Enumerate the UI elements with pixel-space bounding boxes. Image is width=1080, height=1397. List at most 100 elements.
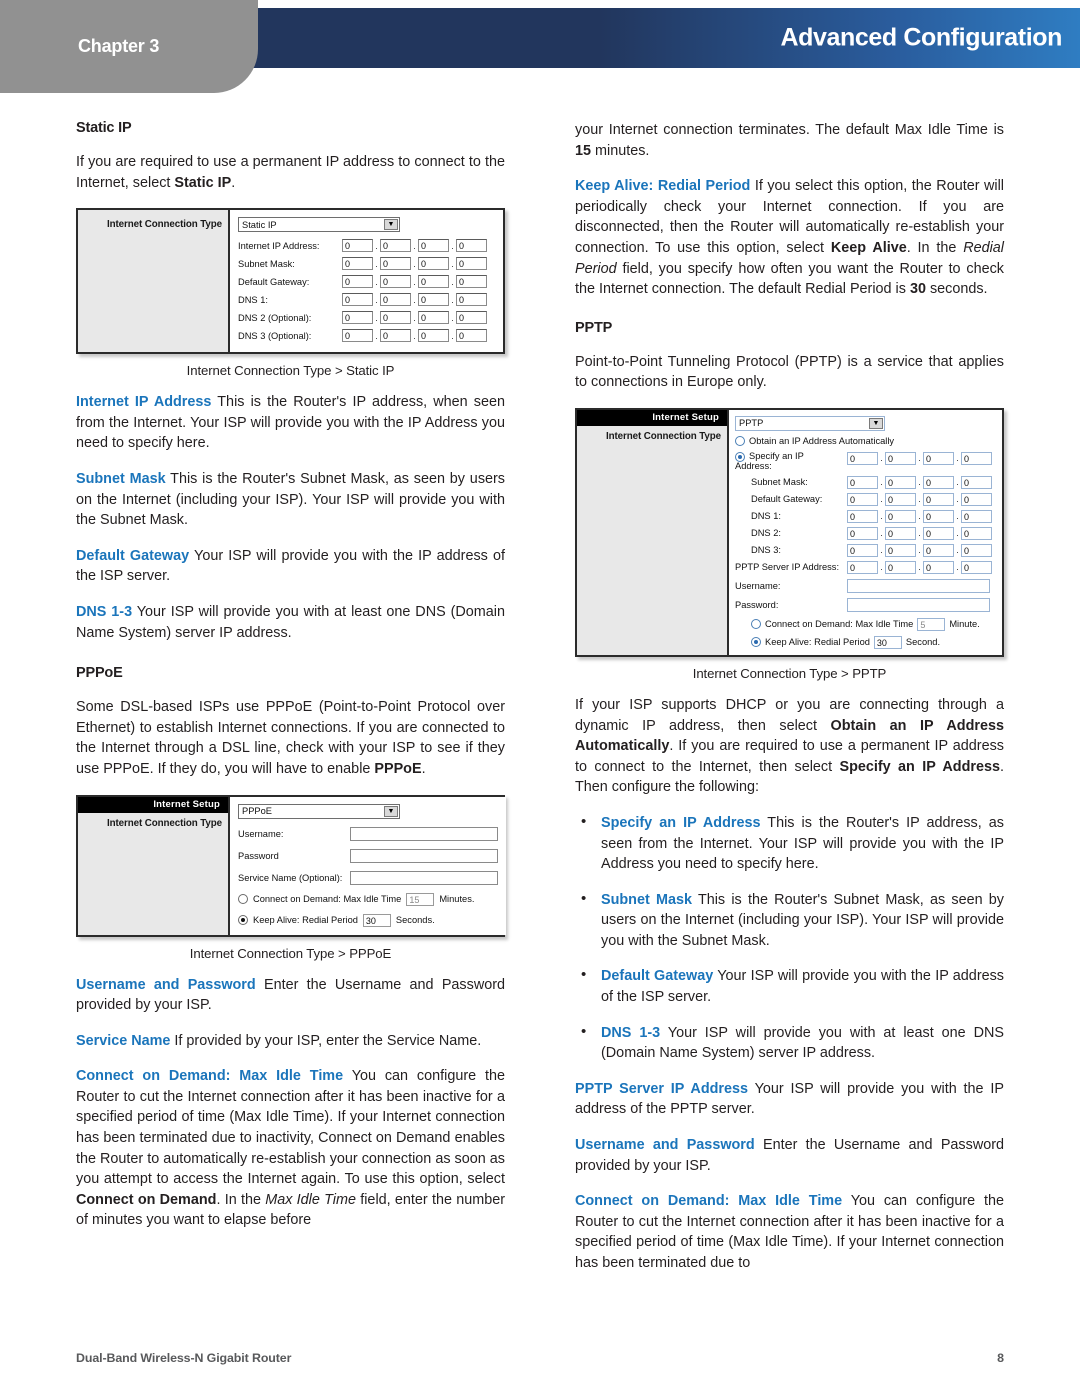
service-name-input[interactable] [350, 870, 498, 885]
octet-input[interactable]: 0 [342, 311, 373, 325]
octet-input[interactable]: 0 [418, 329, 449, 343]
octet-separator: . [451, 276, 454, 287]
octet-input[interactable]: 0 [380, 275, 411, 289]
octet-input[interactable]: 0 [418, 239, 449, 253]
heading-pppoe: PPPoE [76, 665, 123, 682]
octet-input[interactable]: 0 [847, 526, 878, 540]
specify-ip-label-line2: Address: [735, 460, 772, 471]
octet-separator: . [956, 511, 959, 522]
octet-input[interactable]: 0 [847, 509, 878, 523]
page-footer: Dual-Band Wireless-N Gigabit Router 8 [76, 1351, 1004, 1365]
octet-input[interactable]: 0 [961, 475, 992, 489]
octet-input[interactable]: 0 [923, 492, 954, 506]
obtain-ip-radio[interactable] [735, 435, 745, 446]
octet-input[interactable]: 0 [342, 239, 373, 253]
octet-input[interactable]: 0 [961, 509, 992, 523]
octet-input[interactable]: 0 [923, 526, 954, 540]
octet-input[interactable]: 0 [418, 311, 449, 325]
text-bold: Keep Alive [830, 239, 907, 256]
octet-input[interactable]: 0 [847, 560, 878, 574]
field-row: Subnet Mask: 0. 0. 0. 0 [238, 257, 495, 271]
redial-period-unit: Seconds. [395, 915, 435, 925]
chevron-down-icon[interactable]: ▼ [869, 417, 883, 429]
octet-input[interactable]: 0 [418, 275, 449, 289]
username-input[interactable] [350, 826, 498, 841]
octet-input[interactable]: 0 [418, 257, 449, 271]
octet-input[interactable]: 0 [961, 526, 992, 540]
field-label: Username: [735, 580, 781, 591]
octet-input[interactable]: 0 [923, 509, 954, 523]
octet-separator: . [451, 258, 454, 269]
chevron-down-icon[interactable]: ▼ [384, 805, 398, 817]
octet-input[interactable]: 0 [885, 509, 916, 523]
field-label: Subnet Mask: [751, 477, 808, 488]
router-ui-static-ip: Internet Connection Type Static IP ▼ Int… [76, 208, 505, 355]
octet-input[interactable]: 0 [885, 492, 916, 506]
keep-alive-radio[interactable] [238, 915, 248, 925]
paragraph-keep-alive: Keep Alive: Redial Period If you select … [575, 176, 1004, 300]
octet-input[interactable]: 0 [456, 275, 487, 289]
octet-input[interactable]: 0 [456, 293, 487, 307]
document-page: Advanced Configuration Chapter 3 Static … [0, 0, 1080, 1397]
octet-input[interactable]: 0 [923, 543, 954, 557]
octet-input[interactable]: 0 [847, 492, 878, 506]
term-keyword: Connect on Demand: Max Idle Time [76, 1068, 344, 1085]
octet-input[interactable]: 0 [380, 293, 411, 307]
chevron-down-icon[interactable]: ▼ [384, 219, 398, 231]
octet-group: 0. 0. 0. 0 [342, 275, 487, 289]
octet-group: 0. 0. 0. 0 [342, 329, 487, 343]
password-input[interactable] [847, 597, 990, 612]
ui-form-area: Static IP ▼ Internet IP Address: 0. 0. 0… [230, 210, 503, 353]
octet-input[interactable]: 0 [342, 329, 373, 343]
field-label: DNS 2 (Optional): [238, 312, 312, 323]
redial-period-input[interactable]: 30 [362, 913, 391, 927]
connection-type-select[interactable]: Static IP ▼ [238, 217, 400, 233]
octet-input[interactable]: 0 [923, 451, 954, 465]
username-input[interactable] [847, 578, 990, 593]
octet-input[interactable]: 0 [885, 560, 916, 574]
octet-input[interactable]: 0 [923, 475, 954, 489]
connect-on-demand-radio[interactable] [751, 619, 761, 630]
octet-input[interactable]: 0 [885, 526, 916, 540]
specify-ip-radio[interactable] [735, 451, 745, 462]
max-idle-time-input[interactable]: 15 [406, 892, 435, 906]
octet-input[interactable]: 0 [885, 543, 916, 557]
octet-input[interactable]: 0 [847, 475, 878, 489]
octet-input[interactable]: 0 [380, 311, 411, 325]
octet-input[interactable]: 0 [342, 293, 373, 307]
octet-input[interactable]: 0 [456, 311, 487, 325]
octet-input[interactable]: 0 [961, 492, 992, 506]
octet-separator: . [375, 312, 378, 323]
octet-input[interactable]: 0 [961, 560, 992, 574]
octet-input[interactable]: 0 [418, 293, 449, 307]
octet-input[interactable]: 0 [380, 329, 411, 343]
octet-separator: . [413, 330, 416, 341]
octet-input[interactable]: 0 [961, 451, 992, 465]
password-input[interactable] [350, 848, 498, 863]
connect-on-demand-radio[interactable] [238, 894, 248, 904]
connection-type-select[interactable]: PPPoE ▼ [238, 803, 400, 819]
connection-type-select[interactable]: PPTP ▼ [735, 415, 885, 431]
redial-period-input[interactable]: 30 [873, 635, 902, 649]
text-fragment: minutes. [591, 142, 650, 159]
keep-alive-radio[interactable] [751, 637, 761, 648]
octet-separator: . [880, 453, 883, 464]
octet-input[interactable]: 0 [885, 475, 916, 489]
octet-input[interactable]: 0 [456, 257, 487, 271]
octet-input[interactable]: 0 [380, 257, 411, 271]
octet-input[interactable]: 0 [923, 560, 954, 574]
octet-input[interactable]: 0 [847, 543, 878, 557]
octet-input[interactable]: 0 [847, 451, 878, 465]
keep-alive-label: Keep Alive: Redial Period [253, 915, 358, 925]
octet-input[interactable]: 0 [456, 329, 487, 343]
octet-input[interactable]: 0 [342, 257, 373, 271]
octet-input[interactable]: 0 [456, 239, 487, 253]
octet-input[interactable]: 0 [380, 239, 411, 253]
octet-input[interactable]: 0 [342, 275, 373, 289]
octet-input[interactable]: 0 [885, 451, 916, 465]
octet-separator: . [375, 258, 378, 269]
paragraph-term: DNS 1-3 Your ISP will provide you with a… [76, 602, 505, 643]
list-item: Specify an IP Address This is the Router… [575, 812, 1004, 875]
octet-input[interactable]: 0 [961, 543, 992, 557]
max-idle-time-input[interactable]: 5 [917, 617, 946, 631]
